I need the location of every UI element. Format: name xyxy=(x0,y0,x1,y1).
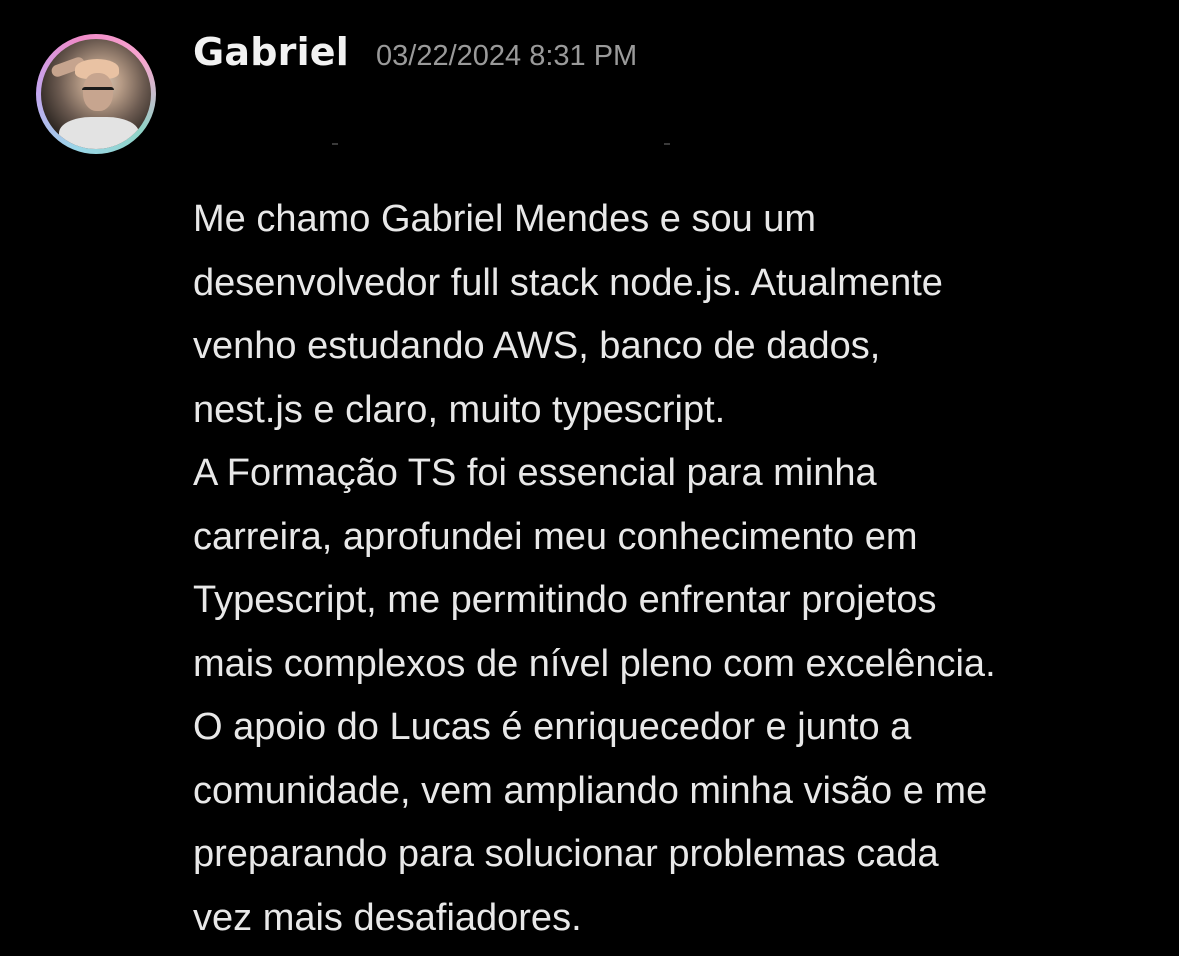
author-name[interactable]: Gabriel xyxy=(193,30,349,74)
message-line: mais complexos de nível pleno com excelê… xyxy=(193,642,996,685)
message-line: Typescript, me permitindo enfrentar proj… xyxy=(193,579,937,621)
message-line: vez mais desafiadores. xyxy=(193,896,582,939)
message-line: venho estudando AWS, banco de dados, xyxy=(193,325,881,367)
message-timestamp: 03/22/2024 8:31 PM xyxy=(376,40,638,72)
message-header: Gabriel 03/22/2024 8:31 PM xyxy=(193,30,637,90)
message-line: A Formação TS foi essencial para minha xyxy=(193,452,877,494)
message-line: Me chamo Gabriel Mendes e sou um xyxy=(193,198,817,240)
divider-fragment xyxy=(332,143,338,145)
message-line: comunidade, vem ampliando minha visão e … xyxy=(193,769,988,812)
message-line: preparando para solucionar problemas cad… xyxy=(193,833,939,875)
message-line: desenvolvedor full stack node.js. Atualm… xyxy=(193,261,943,304)
message-line: nest.js e claro, muito typescript. xyxy=(193,388,726,431)
avatar-photo-icon xyxy=(41,39,151,149)
user-avatar[interactable] xyxy=(36,34,156,154)
message-line: carreira, aprofundei meu conhecimento em xyxy=(193,515,918,558)
divider-fragment xyxy=(664,143,670,145)
message-line: O apoio do Lucas é enriquecedor e junto … xyxy=(193,706,912,748)
chat-message: Gabriel 03/22/2024 8:31 PM Me chamo Gabr… xyxy=(0,0,1179,956)
message-body: Me chamo Gabriel Mendes e sou um desenvo… xyxy=(193,188,1163,950)
